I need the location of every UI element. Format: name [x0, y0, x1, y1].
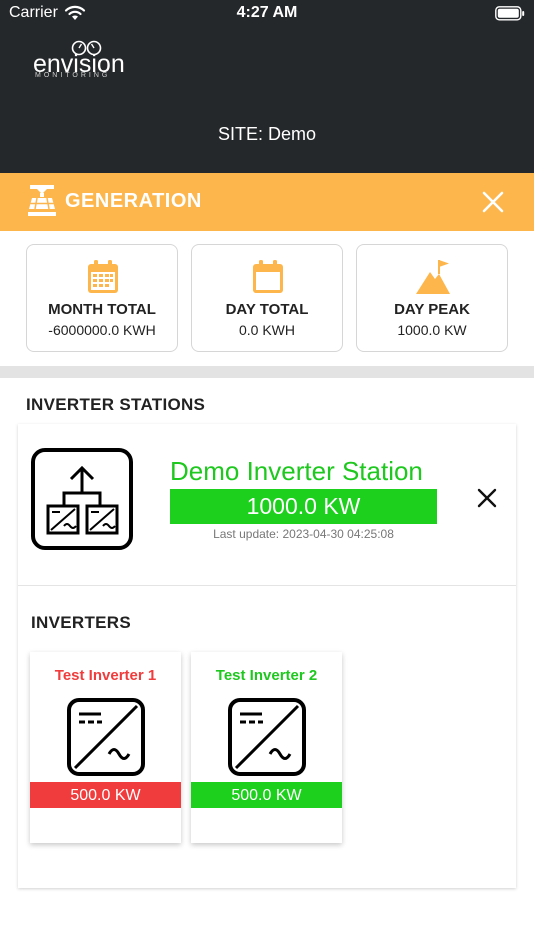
- clock: 4:27 AM: [236, 4, 298, 21]
- inverter-station-icon[interactable]: [31, 448, 133, 550]
- inverters-title: INVERTERS: [31, 613, 131, 632]
- last-update: Last update: 2023-04-30 04:25:08: [213, 527, 394, 541]
- inverter-icon: [228, 698, 306, 776]
- generation-bar: GENERATION: [0, 173, 534, 231]
- solar-panel-icon: [28, 185, 56, 216]
- status-bar: Carrier 4:27 AM: [0, 0, 534, 30]
- stat-label: MONTH TOTAL: [48, 301, 156, 318]
- inverter-name: Test Inverter 2: [215, 667, 318, 684]
- close-icon[interactable]: [475, 486, 499, 510]
- mountain-flag-icon: [416, 260, 450, 294]
- stat-label: DAY TOTAL: [225, 301, 309, 318]
- battery-icon: [495, 6, 525, 21]
- section-divider: [0, 366, 534, 378]
- stat-label: DAY PEAK: [394, 301, 470, 318]
- site-title: SITE: Demo: [217, 124, 317, 144]
- panel-divider: [18, 585, 516, 586]
- station-power: 1000.0 KW: [170, 489, 437, 524]
- calendar-month-icon: [88, 260, 118, 293]
- app-header: Carrier 4:27 AM envision MONITORING SITE…: [0, 0, 534, 173]
- station-name[interactable]: Demo Inverter Station: [170, 456, 423, 487]
- logo-subtitle: MONITORING: [35, 72, 111, 79]
- envision-logo: envision MONITORING: [33, 40, 133, 82]
- stat-value: 0.0 KWH: [238, 322, 295, 338]
- day-peak-card: DAY PEAK 1000.0 KW: [356, 244, 508, 352]
- inverter-name: Test Inverter 1: [54, 667, 157, 684]
- inverter-card[interactable]: Test Inverter 1 500.0 KW: [30, 652, 181, 843]
- stat-value: 1000.0 KW: [397, 322, 467, 338]
- inverter-stations-title: INVERTER STATIONS: [26, 395, 206, 414]
- close-icon[interactable]: [481, 190, 505, 214]
- inverter-card[interactable]: Test Inverter 2 500.0 KW: [191, 652, 342, 843]
- calendar-day-icon: [253, 260, 283, 293]
- inverter-power: 500.0 KW: [191, 782, 342, 808]
- stat-value: -6000000.0 KWH: [48, 322, 156, 338]
- inverter-icon: [67, 698, 145, 776]
- inverter-power: 500.0 KW: [30, 782, 181, 808]
- month-total-card: MONTH TOTAL -6000000.0 KWH: [26, 244, 178, 352]
- day-total-card: DAY TOTAL 0.0 KWH: [191, 244, 343, 352]
- generation-title: GENERATION: [65, 190, 202, 212]
